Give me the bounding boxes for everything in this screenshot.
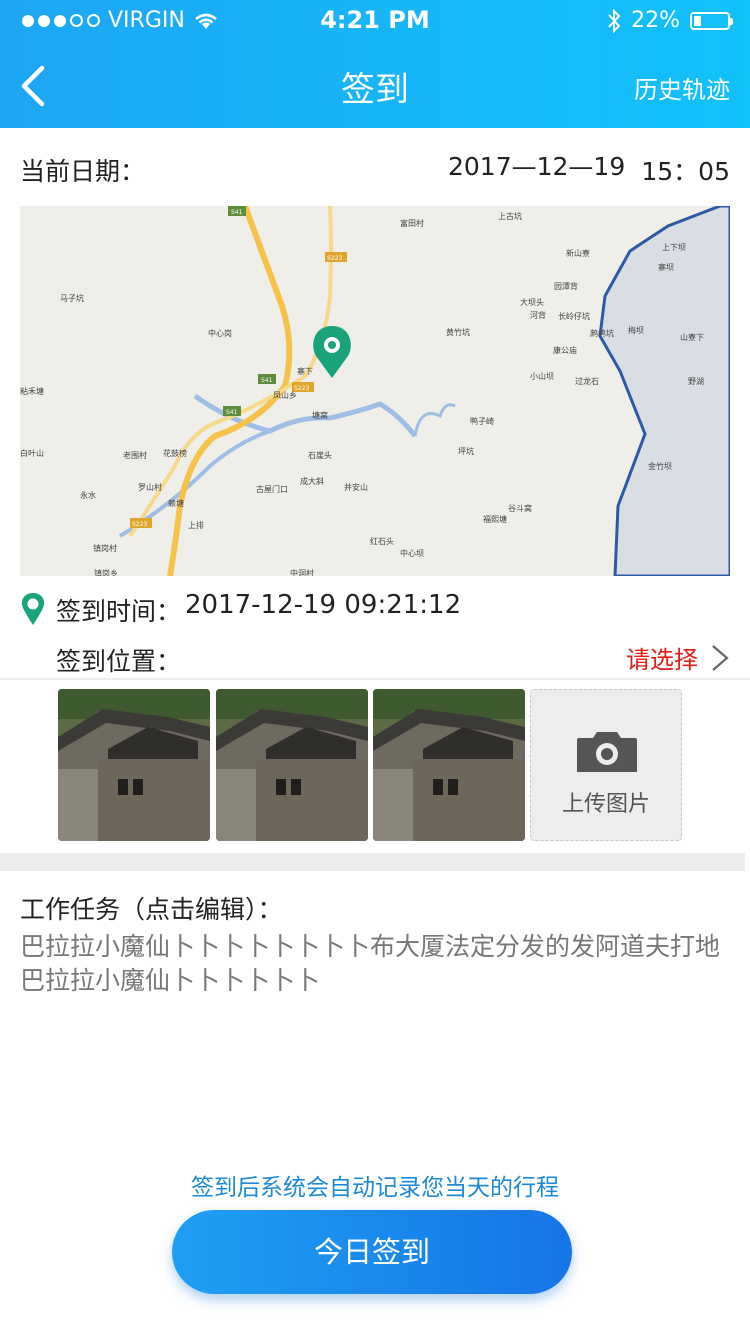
map-label: 红石头 xyxy=(370,536,394,546)
photo-thumbnail[interactable] xyxy=(373,689,525,841)
current-time-value: 15：05 xyxy=(641,157,730,186)
checkin-location-row[interactable]: 签到位置： 请选择 xyxy=(20,640,730,680)
checkin-time-row: 签到时间： 2017-12-19 09:21:12 xyxy=(20,590,730,630)
map-label: 花鼓榜 xyxy=(163,448,187,458)
camera-icon xyxy=(577,732,637,772)
map-label: 富田村 xyxy=(400,218,424,228)
map-label: 寨下 xyxy=(297,366,313,376)
map-label: 上排 xyxy=(188,520,204,530)
map-label: 河背 xyxy=(530,310,546,320)
divider xyxy=(0,678,750,680)
history-track-button[interactable]: 历史轨迹 xyxy=(634,70,730,105)
choose-location-button[interactable]: 请选择 xyxy=(626,640,698,675)
map-label: 镇岗村 xyxy=(93,543,117,553)
status-right: 22% xyxy=(607,8,733,33)
current-date-value: 2017—12—19 xyxy=(448,152,626,181)
map-label: 新山寮 xyxy=(566,248,590,258)
battery-icon xyxy=(690,11,733,30)
map-label: 上古坑 xyxy=(498,211,522,221)
road-label: S41 xyxy=(261,377,273,384)
map-label: 梅坝 xyxy=(628,325,644,335)
task-title[interactable]: 工作任务（点击编辑）： xyxy=(20,890,283,926)
map-label: 黄竹坑 xyxy=(446,327,470,337)
location-pin-icon xyxy=(21,593,45,625)
map-label: 成大斜 xyxy=(300,476,324,486)
map-label: 中心岗 xyxy=(208,328,232,338)
map-label: 井安山 xyxy=(344,482,368,492)
map-label: 中心坝 xyxy=(400,548,424,558)
checkin-time-label: 签到时间： xyxy=(56,597,182,626)
checkin-today-button[interactable]: 今日签到 xyxy=(172,1210,572,1294)
map-label: 寨坝 xyxy=(658,262,674,272)
map-label: 长岭仔坑 xyxy=(558,311,590,321)
task-body[interactable]: 巴拉拉小魔仙卜卜卜卜卜卜卜卜布大厦法定分发的发阿道夫打地巴拉拉小魔仙卜卜卜卜卜卜 xyxy=(20,930,740,998)
checkin-time-value: 2017-12-19 09:21:12 xyxy=(185,590,462,620)
map-label: 鹧鸪坑 xyxy=(590,328,614,338)
app-header: VIRGIN 4:21 PM 22% 签到 历史轨迹 xyxy=(0,0,750,128)
map-label: 野湖 xyxy=(688,377,704,386)
map-label: 中洞村 xyxy=(290,568,314,576)
map-label: 过龙石 xyxy=(575,376,599,386)
map-label: 福熙塘 xyxy=(483,514,507,524)
map-label: 金竹坝 xyxy=(648,461,672,471)
road-label: S223 xyxy=(327,255,342,262)
map-label: 老围村 xyxy=(123,450,147,460)
map-label: 古屋门口 xyxy=(256,484,288,494)
map-label: 白叶山 xyxy=(20,448,44,458)
map-label: 园潭背 xyxy=(554,281,578,291)
map-label: 粘禾塘 xyxy=(20,386,44,396)
photo-thumbnail[interactable] xyxy=(58,689,210,841)
map-label: 镇岗乡 xyxy=(94,568,118,576)
road-label: S223 xyxy=(132,521,147,528)
map-label: 大坝头 xyxy=(520,297,544,307)
photo-thumbnail[interactable] xyxy=(216,689,368,841)
map-view[interactable]: 马子坑 中心岗 粘禾塘 白叶山 老围村 花鼓榜 罗山村 永水 赖塘 镇岗村 上排… xyxy=(20,206,730,576)
section-separator xyxy=(0,853,745,871)
current-date-label: 当前日期： xyxy=(20,157,146,186)
chevron-right-icon[interactable] xyxy=(710,644,730,672)
map-label: 赖塘 xyxy=(168,498,184,508)
bluetooth-icon xyxy=(608,8,621,33)
map-label: 谷斗窝 xyxy=(508,503,532,513)
upload-photo-label: 上传图片 xyxy=(561,792,650,817)
map-label: 罗山村 xyxy=(138,482,162,492)
map-label: 康公庙 xyxy=(553,345,577,355)
checkin-location-label: 签到位置： xyxy=(56,647,182,676)
road-label: S41 xyxy=(231,209,243,216)
map-label: 塘窝 xyxy=(312,410,328,420)
map-label: 坪坑 xyxy=(458,446,474,456)
map-label: 小山坝 xyxy=(530,371,554,381)
map-label: 石崖头 xyxy=(308,450,332,460)
footer-hint: 签到后系统会自动记录您当天的行程 xyxy=(191,1175,559,1201)
battery-percent: 22% xyxy=(631,8,680,33)
road-label: S41 xyxy=(226,409,238,416)
map-label: 山寮下 xyxy=(680,332,704,342)
current-date-row: 当前日期： 2017—12—19 15：05 xyxy=(20,152,730,188)
upload-photo-button[interactable]: 上传图片 xyxy=(530,689,682,841)
map-canvas[interactable]: 马子坑 中心岗 粘禾塘 白叶山 老围村 花鼓榜 罗山村 永水 赖塘 镇岗村 上排… xyxy=(20,206,730,576)
map-label: 永水 xyxy=(80,490,96,500)
map-label: 马子坑 xyxy=(60,293,84,303)
map-label: 上下坝 xyxy=(662,243,686,252)
status-bar: VIRGIN 4:21 PM 22% xyxy=(0,0,750,40)
map-label: 鸭子崎 xyxy=(470,416,494,426)
road-label: S223 xyxy=(294,385,309,392)
